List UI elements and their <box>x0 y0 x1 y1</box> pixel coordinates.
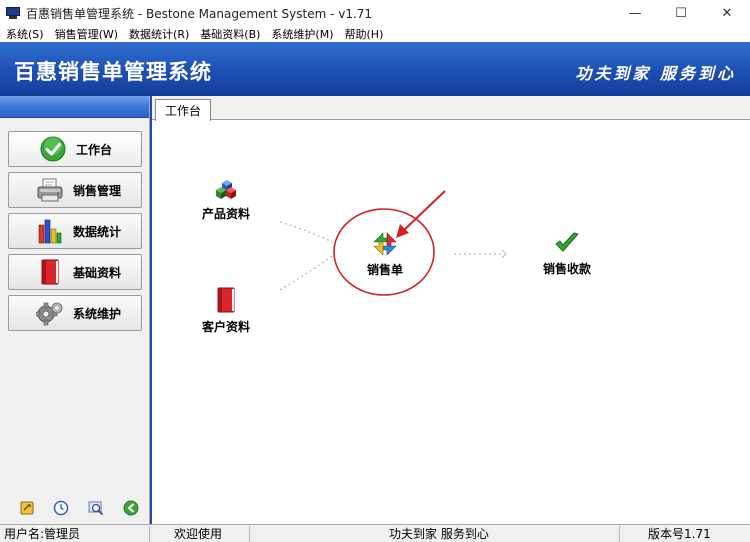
node-customer-label: 客户资料 <box>202 320 251 334</box>
nav-sales-management-label: 销售管理 <box>73 183 122 198</box>
banner-slogan: 功夫到家 服务到心 <box>575 64 736 83</box>
menu-system[interactable]: 系统(S) <box>0 26 49 42</box>
gear-icon <box>35 298 65 328</box>
refresh-arrows-icon <box>373 232 397 256</box>
menu-maintenance[interactable]: 系统维护(M) <box>265 26 338 42</box>
tab-strip: 工作台 <box>152 96 750 121</box>
close-button[interactable]: ✕ <box>704 0 750 26</box>
menu-bar: 系统(S) 销售管理(W) 数据统计(R) 基础资料(B) 系统维护(M) 帮助… <box>0 26 750 42</box>
workarea: 工作台 产品资料 客户资料 销售单 销售收款 <box>150 96 750 524</box>
node-sales-collection[interactable]: 销售收款 <box>543 230 591 277</box>
status-user: 用户名:管理员 <box>0 525 150 542</box>
search-icon[interactable] <box>88 500 104 516</box>
nav-sales-management-button[interactable]: 销售管理 <box>8 172 142 208</box>
node-customer[interactable]: 客户资料 <box>202 286 250 335</box>
sidebar: 工作台 销售管理 数据统计 基础资料 系统维护 <box>0 96 150 524</box>
node-product-label: 产品资料 <box>202 207 251 221</box>
title-bar: 百惠销售单管理系统 - Bestone Management System - … <box>0 0 750 26</box>
app-icon <box>6 7 20 19</box>
sidebar-header <box>0 96 149 118</box>
window-controls: — ☐ ✕ <box>612 0 750 26</box>
nav-maintenance-label: 系统维护 <box>73 306 122 321</box>
node-sales-order-label: 销售单 <box>367 263 404 277</box>
menu-sales-management[interactable]: 销售管理(W) <box>49 26 123 42</box>
nav-statistics-label: 数据统计 <box>73 224 122 239</box>
node-sales-collection-label: 销售收款 <box>543 262 592 276</box>
back-icon[interactable] <box>123 500 139 516</box>
menu-statistics[interactable]: 数据统计(R) <box>123 26 194 42</box>
node-sales-order[interactable]: 销售单 <box>367 229 403 278</box>
nav-workbench-label: 工作台 <box>76 142 113 157</box>
menu-basic-data[interactable]: 基础资料(B) <box>194 26 265 42</box>
book-icon <box>217 287 235 313</box>
status-welcome: 欢迎使用 <box>150 525 250 542</box>
bar-chart-icon <box>35 216 65 246</box>
menu-help[interactable]: 帮助(H) <box>339 26 389 42</box>
book-icon <box>35 257 65 287</box>
node-product[interactable]: 产品资料 <box>202 177 250 222</box>
cubes-icon <box>216 180 236 199</box>
nav-maintenance-button[interactable]: 系统维护 <box>8 295 142 331</box>
minimize-button[interactable]: — <box>612 0 658 26</box>
nav-workbench-button[interactable]: 工作台 <box>8 131 142 167</box>
check-icon <box>38 134 68 164</box>
sidebar-toolbar <box>0 498 150 518</box>
banner: 百惠销售单管理系统 功夫到家 服务到心 <box>0 42 750 96</box>
status-slogan: 功夫到家 服务到心 <box>250 525 620 542</box>
status-bar: 用户名:管理员 欢迎使用 功夫到家 服务到心 版本号1.71 <box>0 524 750 542</box>
banner-title: 百惠销售单管理系统 <box>14 60 212 84</box>
clock-icon[interactable] <box>53 500 69 516</box>
window-title: 百惠销售单管理系统 - Bestone Management System - … <box>26 6 373 21</box>
connector-customer-to-order <box>279 255 333 291</box>
annotation-arrow <box>402 190 446 232</box>
connector-product-to-order <box>279 221 333 243</box>
status-version: 版本号1.71 <box>648 527 711 541</box>
password-icon[interactable] <box>19 500 35 516</box>
nav-basic-data-label: 基础资料 <box>73 265 122 280</box>
printer-icon <box>35 175 65 205</box>
nav-basic-data-button[interactable]: 基础资料 <box>8 254 142 290</box>
checkmark-icon <box>555 232 579 252</box>
maximize-button[interactable]: ☐ <box>658 0 704 26</box>
tab-workbench[interactable]: 工作台 <box>155 99 212 121</box>
nav-statistics-button[interactable]: 数据统计 <box>8 213 142 249</box>
